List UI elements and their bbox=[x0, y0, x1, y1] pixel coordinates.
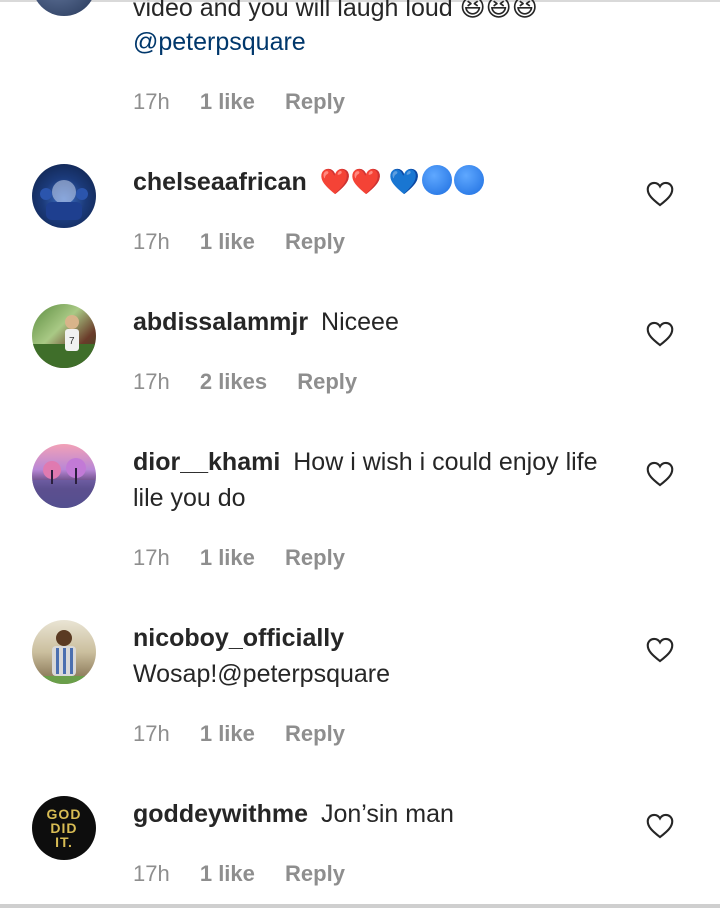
heart-outline-icon[interactable] bbox=[646, 181, 674, 207]
emoji-hearts: ❤️❤️ 💙 bbox=[320, 165, 485, 196]
comment-meta: 17h 2 likes Reply bbox=[133, 369, 381, 395]
reply-button[interactable]: Reply bbox=[285, 229, 345, 255]
username[interactable]: abdissalammjr bbox=[133, 308, 308, 336]
reply-button[interactable]: Reply bbox=[285, 89, 345, 115]
avatar[interactable] bbox=[32, 444, 96, 508]
comment-time: 17h bbox=[133, 861, 170, 886]
comment-item: nicoboy_officially Wosap!@peterpsquare 1… bbox=[0, 616, 720, 792]
username[interactable]: dior__khami bbox=[133, 448, 280, 476]
avatar[interactable] bbox=[32, 164, 96, 228]
username[interactable]: goddeywithme bbox=[133, 800, 308, 828]
comment-time: 17h bbox=[133, 545, 170, 570]
comment-body: goddeywithme Jon’sin man bbox=[133, 796, 613, 832]
comment-body: nicoboy_officially Wosap!@peterpsquare bbox=[133, 620, 613, 692]
comment-text: Wosap!@peterpsquare bbox=[133, 660, 391, 688]
comment-item: 7 abdissalammjr Niceee 17h 2 likes Reply bbox=[0, 300, 720, 440]
reply-button[interactable]: Reply bbox=[285, 721, 345, 747]
comment-text-cutoff: video and you will laugh loud 😆😆😆 bbox=[133, 0, 538, 22]
like-count[interactable]: 1 like bbox=[200, 861, 255, 887]
heart-outline-icon[interactable] bbox=[646, 637, 674, 663]
username[interactable]: nicoboy_officially bbox=[133, 620, 607, 656]
like-count[interactable]: 1 like bbox=[200, 89, 255, 115]
avatar[interactable]: 7 bbox=[32, 304, 96, 368]
comment-meta: 17h 1 like Reply bbox=[133, 229, 369, 255]
reply-button[interactable]: Reply bbox=[297, 369, 357, 395]
like-count[interactable]: 2 likes bbox=[200, 369, 267, 395]
heart-outline-icon[interactable] bbox=[646, 321, 674, 347]
like-count[interactable]: 1 like bbox=[200, 229, 255, 255]
comment-meta: 17h 1 like Reply bbox=[133, 89, 369, 115]
partial-comment: video and you will laugh loud 😆😆😆 @peter… bbox=[0, 0, 720, 150]
mention-link[interactable]: @peterpsquare bbox=[133, 24, 306, 60]
avatar[interactable] bbox=[32, 0, 96, 16]
comment-meta: 17h 1 like Reply bbox=[133, 721, 369, 747]
comment-item: GOD DID IT. goddeywithme Jon’sin man 17h 1… bbox=[0, 792, 720, 904]
comment-meta: 17h 1 like Reply bbox=[133, 545, 369, 571]
comment-item: chelseaafrican ❤️❤️ 💙 17h 1 like Reply bbox=[0, 160, 720, 300]
avatar[interactable] bbox=[32, 620, 96, 684]
comment-time: 17h bbox=[133, 89, 170, 114]
bottom-divider bbox=[0, 904, 720, 908]
heart-outline-icon[interactable] bbox=[646, 813, 674, 839]
comment-time: 17h bbox=[133, 369, 170, 394]
comment-item: dior__khami How i wish i could enjoy lif… bbox=[0, 440, 720, 616]
reply-button[interactable]: Reply bbox=[285, 545, 345, 571]
comment-time: 17h bbox=[133, 229, 170, 254]
reply-button[interactable]: Reply bbox=[285, 861, 345, 887]
like-count[interactable]: 1 like bbox=[200, 545, 255, 571]
comment-meta: 17h 1 like Reply bbox=[133, 861, 369, 887]
avatar[interactable]: GOD DID IT. bbox=[32, 796, 96, 860]
comment-body: abdissalammjr Niceee bbox=[133, 304, 613, 340]
avatar-logo: GOD DID IT. bbox=[46, 806, 82, 850]
comment-time: 17h bbox=[133, 721, 170, 746]
username[interactable]: chelseaafrican bbox=[133, 168, 307, 196]
comment-body: chelseaafrican ❤️❤️ 💙 bbox=[133, 164, 613, 200]
comment-text: Niceee bbox=[321, 308, 399, 336]
heart-outline-icon[interactable] bbox=[646, 461, 674, 487]
like-count[interactable]: 1 like bbox=[200, 721, 255, 747]
svg-text:7: 7 bbox=[69, 336, 75, 347]
comment-text: Jon’sin man bbox=[320, 800, 454, 828]
comment-body: dior__khami How i wish i could enjoy lif… bbox=[133, 444, 613, 516]
